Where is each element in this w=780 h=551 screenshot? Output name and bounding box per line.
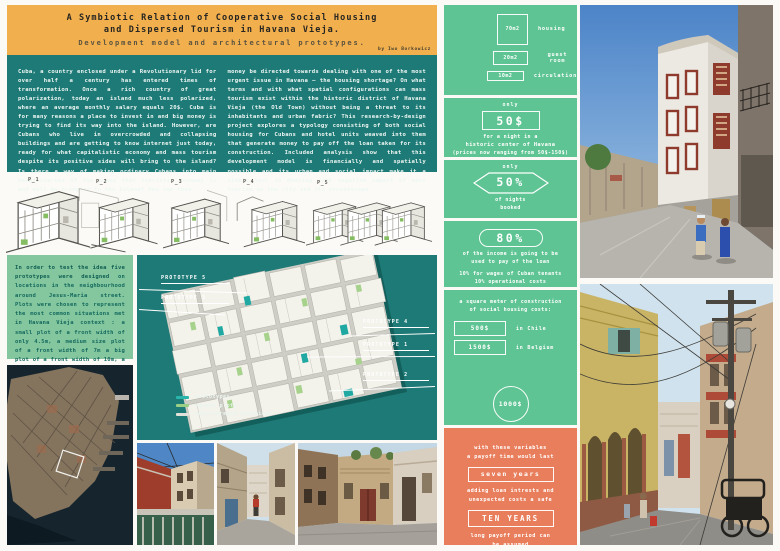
payoff-line6: be assumed (444, 541, 577, 550)
legend-swatch-vacant-icon (176, 404, 189, 407)
sqm-row-chile: 500$ in Chile (444, 321, 577, 336)
stat-panel-price-night: only 50$ for a night in a historic cente… (444, 98, 577, 157)
stat-panel-income: 80% of the income is going to be used to… (444, 221, 577, 287)
payoff-panel: with these variables a payoff time would… (444, 428, 577, 545)
poster-header: A Symbiotic Relation of Cooperative Soci… (7, 5, 437, 55)
area-row-housing: 70m2 housing (444, 13, 577, 45)
poster-title-line2: and Dispersed Tourism in Havana Vieja. (7, 24, 437, 36)
price-desc-line1: for a night in a (444, 133, 577, 141)
sketch-label-p4: P_4 (243, 179, 254, 185)
map-label-prototype-3: PROTOTYPE 3 (161, 295, 229, 304)
payoff-seven-years-box: seven years (468, 467, 554, 482)
area-box-housing: 70m2 (497, 14, 528, 45)
map-label-prototype-2: PROTOTYPE 2 (363, 372, 429, 381)
payoff-line3: adding loan intrests and (444, 487, 577, 496)
sketch-prototype-3 (163, 186, 229, 252)
occupancy-desc-line1: of nights (444, 196, 577, 204)
photo-street-render-havana (580, 5, 773, 278)
intro-text-block: Cuba, a country enclosed under a Revolut… (7, 55, 437, 172)
stat-panel-sqm-cost: a square meter of construction of social… (444, 290, 577, 425)
poster-title-line1: A Symbiotic Relation of Cooperative Soci… (7, 12, 437, 24)
photo-street-pole-pedicab (580, 284, 773, 545)
occupancy-value: 50% (473, 175, 549, 189)
sketch-label-p3: P_3 (171, 179, 182, 185)
sketch-prototype-2 (90, 192, 158, 250)
intro-column-2: money be directed towards dealing with o… (228, 68, 427, 159)
map-label-prototype-1: PROTOTYPE 1 (363, 342, 429, 351)
axonometric-map-block: PROTOTYPE 5 PROTOTYPE 3 PROTOTYPE 4 PROT… (137, 255, 437, 440)
photo-dilapidated-corner (298, 443, 437, 545)
payoff-ten-years-box: TEN YEARS (468, 510, 554, 527)
design-note-block: In order to test the idea five prototype… (7, 255, 133, 359)
legend-label-one-storeyed: one-storeyed buildings (195, 411, 272, 417)
photo-aerial-havana (7, 365, 133, 545)
sqm-label-chile: in Chile (516, 326, 546, 332)
legend-swatch-one-storeyed-icon (176, 413, 189, 416)
sqm-row-belgium: 1500$ in Belgium (444, 340, 577, 355)
income-value-pill: 80% (479, 229, 543, 247)
price-only-label: only (444, 102, 577, 108)
photo-street-red-building (137, 443, 214, 545)
legend-item-one-storeyed: one-storeyed buildings (176, 411, 272, 417)
map-legend: prototypes vacant plots one-storeyed bui… (176, 394, 272, 420)
income-sub-line2: 10% operational costs (444, 278, 577, 286)
legend-swatch-prototypes-icon (176, 396, 189, 399)
sqm-intro-line1: a square meter of construction (444, 298, 577, 306)
stat-panel-areas: 70m2 housing 20m2 guest room 10m2 circul… (444, 5, 577, 95)
area-label-housing: housing (538, 26, 565, 32)
sqm-value-chile: 500$ (454, 321, 506, 336)
intro-column-1: Cuba, a country enclosed under a Revolut… (18, 68, 217, 159)
map-label-prototype-5: PROTOTYPE 5 (161, 275, 229, 284)
price-desc-line2: historic center of Havana (444, 141, 577, 149)
payoff-line5: long payoff period can (444, 532, 577, 541)
stat-panel-occupancy: only 50% of nights booked (444, 160, 577, 218)
income-sub-line1: 10% for wages of Cuban tenants (444, 270, 577, 278)
sqm-intro-line2: of social housing costs: (444, 306, 577, 314)
legend-label-prototypes: prototypes (195, 394, 230, 400)
area-label-guest-room: guest room (538, 52, 577, 64)
area-row-guest-room: 20m2 guest room (444, 51, 577, 65)
legend-label-vacant: vacant plots (195, 403, 237, 409)
sqm-value-havana-circle: 1000$ (493, 386, 529, 422)
payoff-line1: with these variables (444, 444, 577, 453)
sketch-prototype-4 (235, 191, 305, 253)
occupancy-only-label: only (444, 164, 577, 170)
occupancy-desc-line2: booked (444, 204, 577, 212)
sqm-label-belgium: in Belgium (516, 345, 554, 351)
sqm-value-belgium: 1500$ (454, 340, 506, 355)
area-label-circulation: circulation (534, 73, 577, 79)
area-box-guest-room: 20m2 (493, 51, 528, 65)
poster-author: by Iwo Borkowicz (378, 47, 431, 52)
price-value-box: 50$ (482, 111, 540, 130)
legend-item-prototypes: prototypes (176, 394, 272, 400)
payoff-line4: unexpected costs a safe (444, 496, 577, 505)
area-box-circulation: 10m2 (487, 71, 524, 81)
legend-item-vacant-plots: vacant plots (176, 403, 272, 409)
sketch-prototype-5 (306, 193, 432, 251)
payoff-line2: a payoff time would last (444, 453, 577, 462)
occupancy-hexagon: 50% (473, 172, 549, 194)
sketch-label-p5: P_5 (317, 180, 328, 186)
poster-subtitle: Development model and architectural prot… (7, 39, 437, 47)
photo-narrow-street (217, 443, 295, 545)
area-row-circulation: 10m2 circulation (444, 71, 577, 81)
price-desc-line3: (prices now ranging from 50$-150$) (444, 149, 577, 157)
map-label-prototype-4: PROTOTYPE 4 (363, 319, 429, 328)
income-desc: of the income is going to be used to pay… (444, 250, 577, 266)
